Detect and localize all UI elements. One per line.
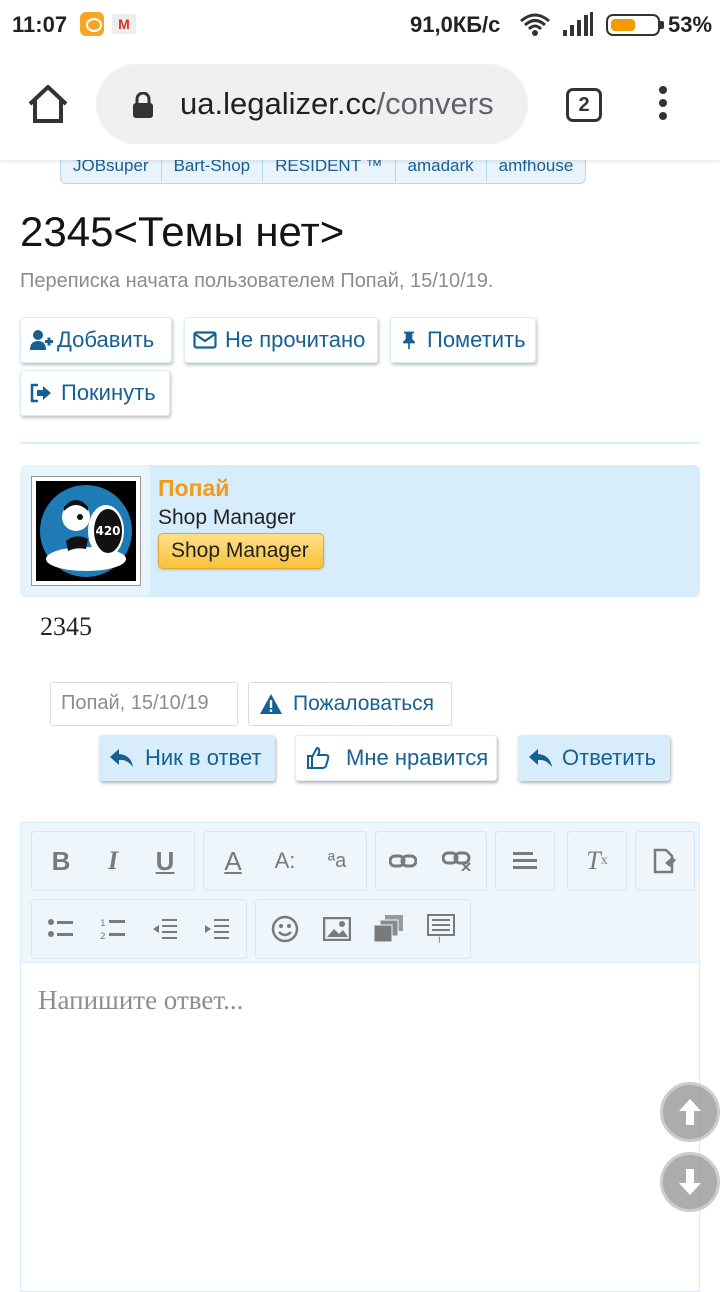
chat-notification-icon <box>80 12 104 36</box>
add-participant-button[interactable]: Добавить <box>20 317 172 363</box>
star-button-label: Пометить <box>427 327 526 352</box>
message-body: 2345 <box>40 612 92 641</box>
star-conversation-button[interactable]: Пометить <box>390 317 536 363</box>
user-plus-icon <box>30 330 53 350</box>
network-speed: 91,0КБ/с <box>410 12 501 37</box>
font-family-icon[interactable]: ªa <box>310 832 364 890</box>
divider <box>20 442 700 444</box>
user-title: Shop Manager <box>158 506 296 529</box>
leave-button-label: Покинуть <box>61 380 156 405</box>
page-title: 2345<Темы нет> <box>20 208 345 255</box>
browser-toolbar: ua.legalizer.cc/convers 2 <box>0 52 720 160</box>
arrow-down-icon <box>679 1169 701 1195</box>
user-banner: Shop Manager <box>158 533 324 569</box>
scroll-up-button[interactable] <box>660 1082 720 1142</box>
like-button[interactable]: Мне нравится <box>295 735 497 781</box>
warning-icon <box>260 694 282 714</box>
message-meta: Попай, 15/10/19 <box>50 682 238 726</box>
signal-icon <box>563 12 593 36</box>
smiley-icon[interactable] <box>258 900 312 958</box>
home-icon[interactable] <box>26 82 70 126</box>
like-label: Мне нравится <box>346 745 489 770</box>
scroll-down-button[interactable] <box>660 1152 720 1212</box>
thumbs-up-icon <box>307 746 330 769</box>
message-username[interactable]: Попай <box>158 475 229 502</box>
report-label: Пожаловаться <box>293 692 435 715</box>
remove-format-icon[interactable]: Tx <box>570 832 624 890</box>
bullet-list-icon[interactable] <box>34 900 88 958</box>
url-text[interactable]: ua.legalizer.cc/convers <box>180 86 510 122</box>
sign-out-icon <box>30 383 51 403</box>
gmail-notification-icon: M <box>112 14 136 34</box>
switch-mode-icon[interactable] <box>638 832 692 890</box>
quote-nick-label: Ник в ответ <box>145 745 262 770</box>
quote-nick-button[interactable]: Ник в ответ <box>99 735 275 781</box>
reply-button[interactable]: Ответить <box>518 735 670 781</box>
unread-button-label: Не прочитано <box>225 327 366 352</box>
image-icon[interactable] <box>310 900 364 958</box>
reply-input[interactable]: Напишите ответ... <box>38 985 243 1016</box>
indent-icon[interactable] <box>190 900 244 958</box>
svg-text:2: 2 <box>100 932 106 941</box>
avatar-image: 420 <box>40 485 132 577</box>
font-size-icon[interactable]: A: <box>258 832 312 890</box>
battery-percent: 53% <box>668 12 713 37</box>
reply-label: Ответить <box>562 745 657 770</box>
pin-icon <box>403 331 415 350</box>
message-user-info: 420 <box>20 465 700 597</box>
code-block-icon[interactable]: I <box>414 900 468 958</box>
svg-text:420: 420 <box>95 524 120 538</box>
add-button-label: Добавить <box>57 327 155 352</box>
svg-text:I: I <box>438 936 441 944</box>
status-time: 11:07 <box>12 12 68 37</box>
report-button[interactable]: Пожаловаться <box>248 682 452 726</box>
editor-toolbar: B I U A A: ªa Tx 1 2 I <box>21 823 699 963</box>
status-bar: 11:07 M 91,0КБ/с 53% <box>0 0 720 52</box>
wifi-icon <box>520 13 550 36</box>
media-icon[interactable] <box>362 900 416 958</box>
arrow-up-icon <box>679 1099 701 1125</box>
unlink-icon[interactable] <box>430 832 484 890</box>
svg-text:1: 1 <box>100 919 106 929</box>
browser-menu-icon[interactable] <box>656 86 670 126</box>
tab-switcher-button[interactable]: 2 <box>566 88 602 122</box>
reply-editor: B I U A A: ªa Tx 1 2 I <box>20 822 700 1292</box>
underline-icon[interactable]: U <box>138 832 192 890</box>
italic-icon[interactable]: I <box>86 832 140 890</box>
meta-date: , 15/10/19 <box>119 692 209 714</box>
mark-unread-button[interactable]: Не прочитано <box>184 317 378 363</box>
envelope-icon <box>193 331 217 349</box>
leave-conversation-button[interactable]: Покинуть <box>20 370 170 416</box>
meta-author-link[interactable]: Попай <box>61 692 120 714</box>
link-icon[interactable] <box>376 832 430 890</box>
reply-arrow-icon <box>110 749 133 767</box>
outdent-icon[interactable] <box>138 900 192 958</box>
conversation-started-info: Переписка начата пользователем Попай, 15… <box>20 270 494 292</box>
align-icon[interactable] <box>498 832 552 890</box>
avatar[interactable]: 420 <box>31 476 141 586</box>
lock-icon <box>133 92 153 118</box>
reply-icon <box>529 749 552 767</box>
text-color-icon[interactable]: A <box>206 832 260 890</box>
battery-icon <box>606 14 664 36</box>
bold-icon[interactable]: B <box>34 832 88 890</box>
numbered-list-icon[interactable]: 12 <box>86 900 140 958</box>
